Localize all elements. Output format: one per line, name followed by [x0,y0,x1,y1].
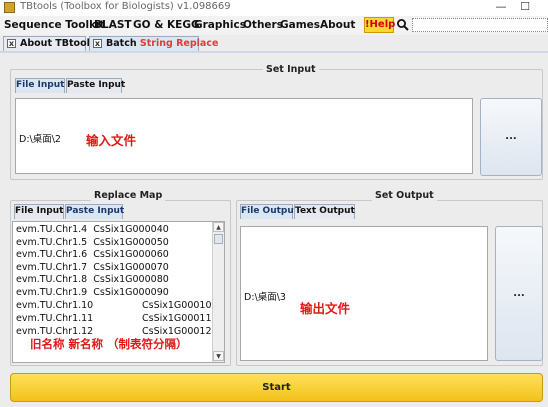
set-output-title: Set Output [372,190,437,201]
search-input[interactable] [412,18,548,32]
start-button[interactable]: Start [10,373,543,402]
input-browse-button[interactable]: ... [480,98,542,176]
menu-about[interactable]: About [320,19,355,31]
menu-blast[interactable]: BLAST [94,19,132,31]
tab-file-output[interactable]: File Output [240,204,298,219]
output-annotation: 输出文件 [300,301,351,316]
tab-paste-input[interactable]: Paste Input [66,78,125,93]
list-item: evm.TU.Chr1.4 CsSix1G000040 [16,224,169,235]
tab-text-output[interactable]: Text Output [294,204,355,219]
menu-go-kegg[interactable]: GO & KEGG [133,19,200,31]
scroll-down-icon[interactable]: ▼ [213,351,224,361]
list-item: evm.TU.Chr1.5 CsSix1G000050 [16,237,169,248]
input-file-panel[interactable] [15,98,473,174]
menu-games[interactable]: Games [280,19,320,31]
input-annotation: 输入文件 [86,133,137,148]
tab-about-label: About TBtools [20,38,96,49]
input-path-text: D:\桌面\2 [19,134,61,145]
search-icon[interactable] [396,18,410,32]
list-item: evm.TU.Chr1.9 CsSix1G000090 [16,287,169,298]
tab-divider [0,51,548,53]
replace-map-title: Replace Map [91,190,166,201]
close-tab-icon[interactable]: x [7,39,16,48]
menu-graphics[interactable]: Graphics [194,19,246,31]
help-button[interactable]: !Help [364,17,395,33]
close-tab-icon[interactable]: x [93,39,102,48]
maximize-button[interactable]: ☐ [514,0,536,15]
list-item: evm.TU.Chr1.10 CsSix1G000100 [16,300,218,311]
window-title: TBtools (Toolbox for Biologists) v1.0986… [20,1,231,12]
set-input-title: Set Input [263,64,319,75]
minimize-button[interactable]: — [490,0,512,15]
app-logo-icon [4,2,15,13]
tab-map-paste-input[interactable]: Paste Input [65,204,124,219]
scroll-thumb[interactable] [214,234,223,244]
tab-about-tbtools[interactable]: x About TBtools [3,36,96,51]
output-path-text: D:\桌面\3 [244,292,286,303]
menu-sequence-toolkit[interactable]: Sequence Toolkit [4,19,105,31]
replace-map-annotation: 旧名称 新名称 （制表符分隔） [30,337,188,351]
list-item: evm.TU.Chr1.6 CsSix1G000060 [16,249,169,260]
tab-batch-label: Batch [106,38,140,49]
tab-map-file-input[interactable]: File Input [14,204,64,219]
menu-others[interactable]: Others [243,19,283,31]
tab-file-input[interactable]: File Input [15,78,65,93]
output-browse-button[interactable]: ... [495,226,543,361]
list-item: evm.TU.Chr1.8 CsSix1G000080 [16,274,169,285]
list-item: evm.TU.Chr1.7 CsSix1G000070 [16,262,169,273]
tab-batch-string-replace[interactable]: x Batch String Replace [89,36,218,51]
scroll-up-icon[interactable]: ▲ [213,222,224,232]
tab-batch-highlight: String Replace [139,38,219,49]
list-item: evm.TU.Chr1.11 CsSix1G000110 [16,313,218,324]
